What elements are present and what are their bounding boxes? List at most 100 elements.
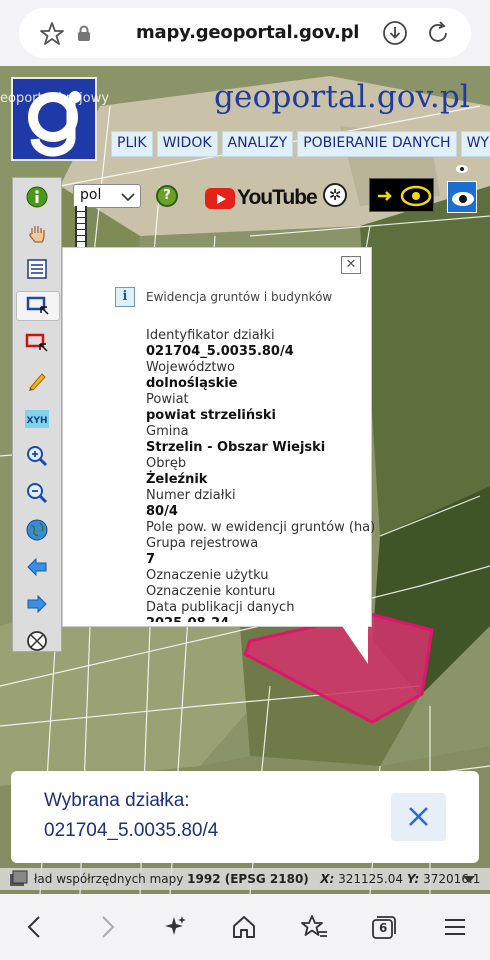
xyh-icon: XYH bbox=[25, 410, 49, 428]
home-button[interactable] bbox=[229, 912, 259, 942]
high-contrast-button[interactable] bbox=[369, 178, 434, 212]
back-button[interactable] bbox=[20, 912, 50, 942]
geoportal-krajowy-text: eoportal krajowy bbox=[0, 91, 110, 106]
coordinate-system-icon[interactable] bbox=[8, 870, 30, 888]
ai-assistant-button[interactable] bbox=[160, 912, 190, 942]
pan-tool-button[interactable] bbox=[24, 220, 50, 246]
map-canvas[interactable]: eoportal krajowy geoportal.gov.pl PLIK W… bbox=[0, 66, 490, 894]
field-value: Strzelin - Obszar Wiejski bbox=[146, 440, 326, 455]
hamburger-icon bbox=[445, 919, 465, 935]
field-label: Grupa rejestrowa bbox=[146, 536, 259, 551]
field-label: Identyfikator działki bbox=[146, 328, 275, 343]
youtube-play-icon bbox=[205, 187, 235, 209]
info-icon bbox=[26, 186, 48, 208]
help-button[interactable]: ? bbox=[156, 185, 178, 207]
coordinates-text: ład współrzędnych mapy 1992 (EPSG 2180) … bbox=[34, 872, 480, 886]
info-tool-button[interactable] bbox=[24, 184, 50, 210]
popup-pointer bbox=[342, 626, 368, 664]
measure-tool-button[interactable] bbox=[24, 628, 50, 654]
popup-heading: Ewidencja gruntów i budynków bbox=[146, 290, 333, 304]
select-red-tool-button[interactable] bbox=[24, 330, 50, 356]
svg-text:XYH: XYH bbox=[27, 416, 48, 426]
address-bar[interactable]: mapy.geoportal.gov.pl bbox=[19, 8, 471, 58]
menu-analizy[interactable]: ANALIZY bbox=[221, 131, 294, 157]
menu-wy[interactable]: WY bbox=[460, 131, 490, 157]
x-value: 321125.04 bbox=[338, 872, 404, 886]
lock-icon bbox=[78, 25, 90, 41]
language-select[interactable]: pol bbox=[73, 184, 141, 208]
map-tools-panel: XYH bbox=[12, 177, 62, 652]
field-value: powiat strzeliński bbox=[146, 408, 276, 423]
main-menu: PLIK WIDOK ANALIZY POBIERANIE DANYCH WY bbox=[111, 131, 490, 157]
select-rect-tool-button[interactable] bbox=[16, 291, 60, 321]
zoom-out-tool-button[interactable] bbox=[24, 480, 50, 506]
geoportal-logo[interactable] bbox=[11, 77, 97, 161]
info-icon: i bbox=[115, 287, 135, 307]
selected-parcel-id: 021704_5.0035.80/4 bbox=[44, 820, 219, 841]
pencil-icon bbox=[29, 373, 46, 391]
chevron-down-icon[interactable] bbox=[462, 875, 476, 885]
forward-button[interactable] bbox=[92, 912, 122, 942]
bookmarks-button[interactable] bbox=[299, 912, 329, 942]
field-value: 80/4 bbox=[146, 504, 178, 519]
eye-icon bbox=[452, 192, 474, 206]
zoom-in-tool-button[interactable] bbox=[24, 443, 50, 469]
field-label: Województwo bbox=[146, 360, 236, 375]
accessibility-icon[interactable]: ✲ bbox=[323, 183, 347, 207]
field-label: Oznaczenie użytku bbox=[146, 568, 269, 583]
field-value: 7 bbox=[146, 552, 156, 567]
feature-info-popup: ✕ i Ewidencja gruntów i budynków Identyf… bbox=[62, 247, 376, 627]
menu-widok[interactable]: WIDOK bbox=[156, 131, 218, 157]
browser-bottom-nav: 6 bbox=[0, 894, 490, 960]
url-text: mapy.geoportal.gov.pl bbox=[136, 22, 360, 43]
small-eye-icon bbox=[456, 165, 468, 173]
field-label: Numer działki bbox=[146, 488, 236, 503]
x-label: X: bbox=[320, 872, 335, 886]
popup-close-button[interactable]: ✕ bbox=[341, 256, 361, 274]
youtube-label: YouTube bbox=[237, 186, 318, 209]
eye-view-button[interactable] bbox=[447, 181, 477, 213]
menu-button[interactable] bbox=[440, 912, 470, 942]
browser-top-bar: mapy.geoportal.gov.pl bbox=[0, 0, 490, 66]
youtube-button[interactable]: YouTube bbox=[205, 186, 318, 210]
previous-view-button[interactable] bbox=[24, 554, 50, 580]
menu-pobieranie-danych[interactable]: POBIERANIE DANYCH bbox=[297, 131, 457, 157]
field-label: Oznaczenie konturu bbox=[146, 584, 276, 599]
legend-icon bbox=[27, 259, 47, 279]
coord-system: 1992 (EPSG 2180) bbox=[187, 872, 309, 886]
field-label: Powiat bbox=[146, 392, 189, 407]
field-value: 021704_5.0035.80/4 bbox=[146, 344, 294, 359]
close-icon bbox=[409, 807, 428, 826]
star-icon[interactable] bbox=[39, 21, 65, 47]
field-label: Obręb bbox=[146, 456, 187, 471]
next-view-button[interactable] bbox=[24, 591, 50, 617]
select-red-icon bbox=[25, 333, 48, 352]
draw-tool-button[interactable] bbox=[24, 368, 50, 394]
menu-plik[interactable]: PLIK bbox=[111, 131, 153, 157]
selected-parcel-title: Wybrana działka: bbox=[44, 790, 190, 811]
globe-icon bbox=[26, 519, 48, 541]
chevron-down-icon bbox=[121, 193, 135, 202]
legend-tool-button[interactable] bbox=[24, 256, 50, 282]
field-value: Żeleźnik bbox=[146, 472, 208, 487]
arrow-left-icon bbox=[27, 557, 47, 577]
field-value: 2025-08-24 bbox=[146, 616, 366, 622]
reload-icon[interactable] bbox=[425, 20, 451, 46]
contrast-eye-icon bbox=[378, 185, 432, 207]
compass-icon bbox=[27, 631, 47, 651]
zoom-out-icon bbox=[27, 483, 48, 504]
language-value: pol bbox=[80, 187, 102, 203]
download-icon[interactable] bbox=[382, 20, 408, 46]
zoom-in-icon bbox=[27, 446, 48, 467]
tabs-button[interactable]: 6 bbox=[369, 912, 399, 942]
star-list-icon bbox=[301, 915, 327, 937]
home-icon bbox=[233, 916, 255, 938]
xyh-tool-button[interactable]: XYH bbox=[24, 406, 50, 432]
selected-parcel-panel: Wybrana działka: 021704_5.0035.80/4 bbox=[11, 771, 479, 863]
select-rect-icon bbox=[26, 296, 49, 315]
tab-count: 6 bbox=[379, 921, 388, 935]
field-label: Pole pow. w ewidencji gruntów (ha) bbox=[146, 520, 376, 535]
coordinates-bar: ład współrzędnych mapy 1992 (EPSG 2180) … bbox=[0, 868, 490, 890]
full-extent-tool-button[interactable] bbox=[24, 517, 50, 543]
close-selection-button[interactable] bbox=[391, 793, 446, 841]
